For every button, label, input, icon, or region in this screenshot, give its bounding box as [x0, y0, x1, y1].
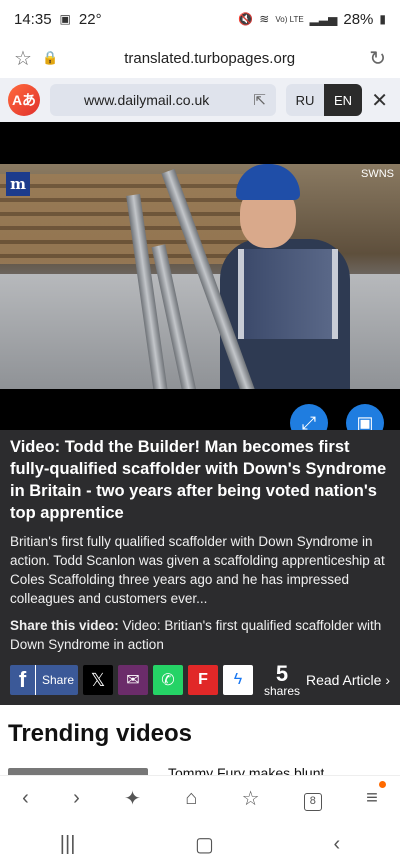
translator-logo-icon[interactable]: Aあ [8, 84, 40, 116]
x-share-icon[interactable]: 𝕏 [83, 665, 113, 695]
menu-icon[interactable]: ≡ [366, 781, 386, 810]
address-bar[interactable]: ☆ 🔒 translated.turbopages.org ↻ [0, 38, 400, 78]
browser-toolbar: ‹ › ✦ ⌂ ☆ 8 ≡ [0, 775, 400, 821]
trending-title: Trending videos [8, 720, 193, 747]
facebook-share-button[interactable]: f Share [10, 665, 78, 695]
bookmarks-icon[interactable]: ☆ [242, 786, 260, 811]
shares-label: shares [264, 684, 301, 698]
share-video-text: Share this video: Video: Britian's first… [10, 616, 390, 654]
wifi-icon: ≋ [259, 12, 270, 26]
close-icon[interactable]: ✕ [371, 88, 388, 113]
status-time: 14:35 [14, 10, 52, 28]
share-row: f Share 𝕏 ✉ ✆ F ϟ 5 shares Read Article … [10, 661, 390, 698]
video-player[interactable]: m SWNS ⤢ ▣ [0, 122, 400, 442]
url-text[interactable]: translated.turbopages.org [50, 50, 369, 67]
share-count: 5 shares [264, 661, 301, 698]
article-headline[interactable]: Video: Todd the Builder! Man becomes fir… [10, 436, 390, 524]
forward-icon[interactable]: › [73, 787, 80, 810]
status-temperature: 22° [78, 10, 102, 28]
source-url: www.dailymail.co.uk [84, 92, 210, 108]
share-video-label: Share this video: [10, 618, 119, 633]
translate-bar: Aあ www.dailymail.co.uk ⇱ RU EN ✕ [0, 78, 400, 122]
article-summary: Britian's first fully qualified scaffold… [10, 534, 385, 606]
bookmark-star-icon[interactable]: ☆ [14, 46, 32, 71]
trending-item-title[interactable]: Tommy Fury makes blunt [168, 765, 324, 775]
gallery-icon: ▣ [59, 12, 71, 26]
signal-icon: ▂▃▅ [309, 12, 338, 26]
lang-en-button[interactable]: EN [324, 84, 362, 116]
video-credit: SWNS [361, 168, 394, 180]
battery-icon: ▮ [379, 12, 386, 26]
home-button-icon[interactable]: ▢ [195, 832, 214, 857]
video-article-card: Video: Todd the Builder! Man becomes fir… [0, 430, 400, 705]
battery-level: 28% [343, 10, 374, 28]
chevron-right-icon: › [385, 672, 390, 688]
network-label: Vo) LTE [275, 14, 304, 24]
status-bar: 14:35 ▣ 22° 🔇 ≋ Vo) LTE ▂▃▅ 28% ▮ [0, 0, 400, 38]
sparkle-icon[interactable]: ✦ [124, 786, 141, 811]
facebook-icon: f [10, 665, 36, 695]
notification-dot [378, 781, 386, 788]
system-navigation: ||| ▢ ‹ [0, 822, 400, 867]
email-share-icon[interactable]: ✉ [118, 665, 148, 695]
mute-icon: 🔇 [238, 12, 254, 26]
lang-ru-button[interactable]: RU [286, 84, 324, 116]
reload-icon[interactable]: ↻ [369, 46, 386, 71]
tabs-icon[interactable]: 8 [303, 787, 322, 811]
open-external-icon[interactable]: ⇱ [253, 91, 266, 109]
read-article-label: Read Article [305, 672, 382, 688]
flipboard-share-icon[interactable]: F [188, 665, 218, 695]
video-frame[interactable] [0, 164, 400, 389]
language-switch: RU EN [286, 84, 362, 116]
source-url-box[interactable]: www.dailymail.co.uk ⇱ [50, 84, 276, 116]
shares-number: 5 [275, 661, 289, 686]
whatsapp-share-icon[interactable]: ✆ [153, 665, 183, 695]
messenger-share-icon[interactable]: ϟ [223, 665, 253, 695]
browser-page: 14:35 ▣ 22° 🔇 ≋ Vo) LTE ▂▃▅ 28% ▮ ☆ 🔒 tr… [0, 0, 400, 867]
read-article-link[interactable]: Read Article › [306, 672, 390, 688]
tabs-count: 8 [303, 792, 322, 811]
back-icon[interactable]: ‹ [22, 787, 29, 810]
system-back-icon[interactable]: ‹ [334, 833, 341, 856]
facebook-share-label: Share [42, 673, 75, 687]
recent-apps-icon[interactable]: ||| [60, 833, 76, 856]
home-icon[interactable]: ⌂ [185, 787, 197, 810]
daily-mail-logo: m [6, 172, 30, 196]
